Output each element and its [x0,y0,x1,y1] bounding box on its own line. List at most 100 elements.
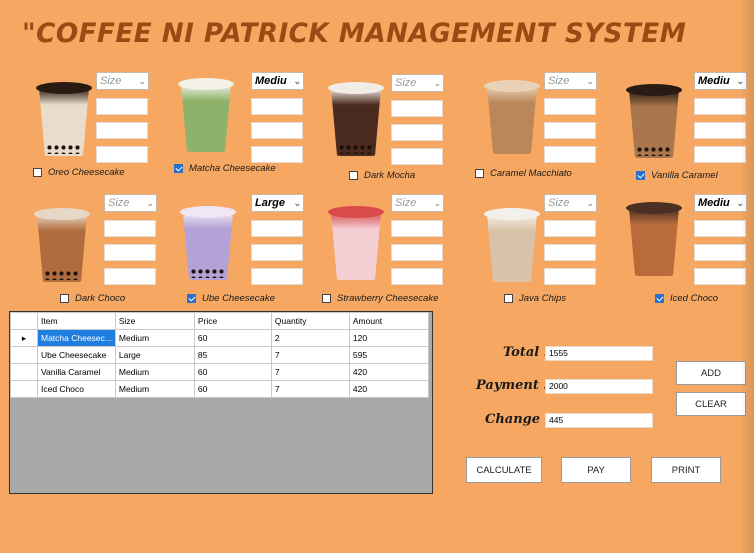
col-header-price[interactable]: Price [193,312,272,330]
cell-quantity[interactable]: 7 [270,346,350,364]
cell-item[interactable]: Ube Cheesecake [37,346,116,364]
cell-amount[interactable]: 420 [348,380,429,398]
size-select[interactable]: Size ⌄ [544,194,597,212]
cell-item[interactable]: Iced Choco [37,380,116,398]
price-field[interactable] [391,100,443,117]
print-button[interactable]: PRINT [651,457,721,483]
quantity-field[interactable] [251,122,303,139]
product-checkbox[interactable] [636,171,645,180]
product-checkbox[interactable] [349,171,358,180]
cell-amount[interactable]: 595 [348,346,429,364]
product-checkbox[interactable] [504,294,513,303]
clear-button[interactable]: CLEAR [676,392,746,416]
product-name-label[interactable]: Strawberry Cheesecake [337,293,438,304]
product-name-label[interactable]: Iced Choco [670,293,718,304]
amount-field[interactable] [544,146,596,163]
quantity-field[interactable] [544,122,596,139]
quantity-field[interactable] [391,124,443,141]
product-checkbox[interactable] [187,294,196,303]
pay-button[interactable]: PAY [561,457,631,483]
product-checkbox-row[interactable]: Matcha Cheesecake [174,163,276,174]
amount-field[interactable] [251,146,303,163]
quantity-field[interactable] [544,244,596,261]
product-checkbox-row[interactable]: Strawberry Cheesecake [322,293,438,304]
cell-size[interactable]: Medium [114,363,195,381]
size-select[interactable]: Mediu ⌄ [251,72,304,90]
col-header-amount[interactable]: Amount [348,312,429,330]
product-checkbox[interactable] [322,294,331,303]
price-field[interactable] [251,220,303,237]
payment-field[interactable]: 2000 [545,379,653,394]
change-field[interactable]: 445 [545,413,653,428]
product-checkbox-row[interactable]: Caramel Macchiato [475,168,572,179]
product-checkbox-row[interactable]: Dark Mocha [349,170,415,181]
cell-price[interactable]: 85 [193,346,272,364]
price-field[interactable] [104,220,156,237]
col-header-size[interactable]: Size [114,312,195,330]
cell-amount[interactable]: 120 [348,329,429,347]
product-name-label[interactable]: Dark Mocha [364,170,415,181]
product-name-label[interactable]: Ube Cheesecake [202,293,275,304]
col-header-item[interactable]: Item [37,312,116,330]
quantity-field[interactable] [251,244,303,261]
product-checkbox-row[interactable]: Dark Choco [60,293,125,304]
product-checkbox-row[interactable]: Oreo Cheesecake [33,167,125,178]
table-row[interactable]: Vanilla Caramel Medium 60 7 420 [10,363,429,381]
product-checkbox-row[interactable]: Ube Cheesecake [187,293,275,304]
product-checkbox[interactable] [174,164,183,173]
cell-price[interactable]: 60 [193,380,272,398]
product-name-label[interactable]: Caramel Macchiato [490,168,572,179]
quantity-field[interactable] [391,244,443,261]
product-name-label[interactable]: Oreo Cheesecake [48,167,125,178]
amount-field[interactable] [96,146,148,163]
cell-size[interactable]: Medium [114,380,195,398]
quantity-field[interactable] [96,122,148,139]
size-select[interactable]: Large ⌄ [251,194,304,212]
price-field[interactable] [96,98,148,115]
table-row[interactable]: ▸ Matcha Cheesec... Medium 60 2 120 [10,329,429,347]
amount-field[interactable] [544,268,596,285]
quantity-field[interactable] [694,244,746,261]
total-field[interactable]: 1555 [545,346,653,361]
cell-quantity[interactable]: 7 [270,380,350,398]
table-row[interactable]: Iced Choco Medium 60 7 420 [10,380,429,398]
product-name-label[interactable]: Java Chips [519,293,566,304]
table-row[interactable]: Ube Cheesecake Large 85 7 595 [10,346,429,364]
cell-amount[interactable]: 420 [348,363,429,381]
amount-field[interactable] [391,268,443,285]
cell-price[interactable]: 60 [193,329,272,347]
size-select[interactable]: Size ⌄ [391,194,444,212]
size-select[interactable]: Size ⌄ [96,72,149,90]
product-name-label[interactable]: Dark Choco [75,293,125,304]
product-checkbox[interactable] [655,294,664,303]
quantity-field[interactable] [694,122,746,139]
price-field[interactable] [544,220,596,237]
cell-quantity[interactable]: 2 [270,329,350,347]
calculate-button[interactable]: CALCULATE [466,457,542,483]
amount-field[interactable] [694,268,746,285]
price-field[interactable] [391,220,443,237]
amount-field[interactable] [391,148,443,165]
size-select[interactable]: Size ⌄ [104,194,157,212]
order-grid[interactable]: Item Size Price Quantity Amount ▸ Matcha… [9,311,433,494]
price-field[interactable] [251,98,303,115]
cell-size[interactable]: Medium [114,329,195,347]
col-header-quantity[interactable]: Quantity [270,312,350,330]
size-select[interactable]: Size ⌄ [391,74,444,92]
product-name-label[interactable]: Matcha Cheesecake [189,163,276,174]
product-checkbox-row[interactable]: Iced Choco [655,293,718,304]
product-checkbox[interactable] [33,168,42,177]
amount-field[interactable] [104,268,156,285]
amount-field[interactable] [251,268,303,285]
cell-item[interactable]: Vanilla Caramel [37,363,116,381]
price-field[interactable] [544,98,596,115]
size-select[interactable]: Size ⌄ [544,72,597,90]
cell-price[interactable]: 60 [193,363,272,381]
product-checkbox[interactable] [60,294,69,303]
cell-item[interactable]: Matcha Cheesec... [37,329,116,347]
quantity-field[interactable] [104,244,156,261]
product-checkbox[interactable] [475,169,484,178]
product-name-label[interactable]: Vanilla Caramel [651,170,718,181]
price-field[interactable] [694,98,746,115]
add-button[interactable]: ADD [676,361,746,385]
